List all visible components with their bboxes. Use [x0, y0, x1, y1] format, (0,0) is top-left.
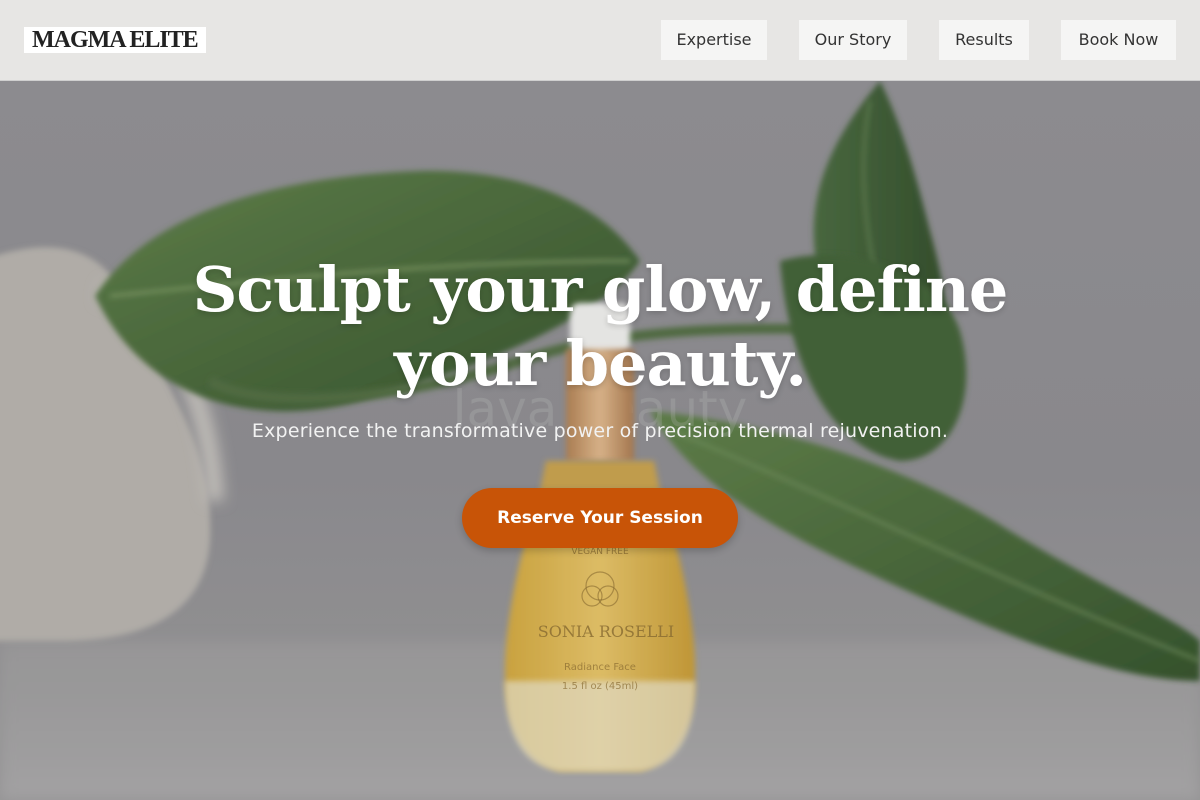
reserve-session-button[interactable]: Reserve Your Session — [462, 488, 738, 548]
brand-logo[interactable]: MAGMA ELITE — [24, 27, 206, 53]
hero-headline-line-1: Sculpt your glow, define — [192, 253, 1009, 326]
nav-expertise-button[interactable]: Expertise — [661, 20, 767, 60]
hero-section: lava beauty VEGAN FREE SONIA ROSELLI Rad… — [0, 81, 1200, 800]
nav-book-now-button[interactable]: Book Now — [1061, 20, 1176, 60]
hero-headline-line-2: your beauty. — [394, 327, 807, 400]
nav-results-button[interactable]: Results — [939, 20, 1029, 60]
hero-subtitle: Experience the transformative power of p… — [251, 420, 949, 442]
nav-our-story-button[interactable]: Our Story — [799, 20, 907, 60]
hero-headline: Sculpt your glow, define your beauty. — [100, 253, 1100, 401]
site-header: MAGMA ELITE Expertise Our Story Results … — [0, 0, 1200, 81]
